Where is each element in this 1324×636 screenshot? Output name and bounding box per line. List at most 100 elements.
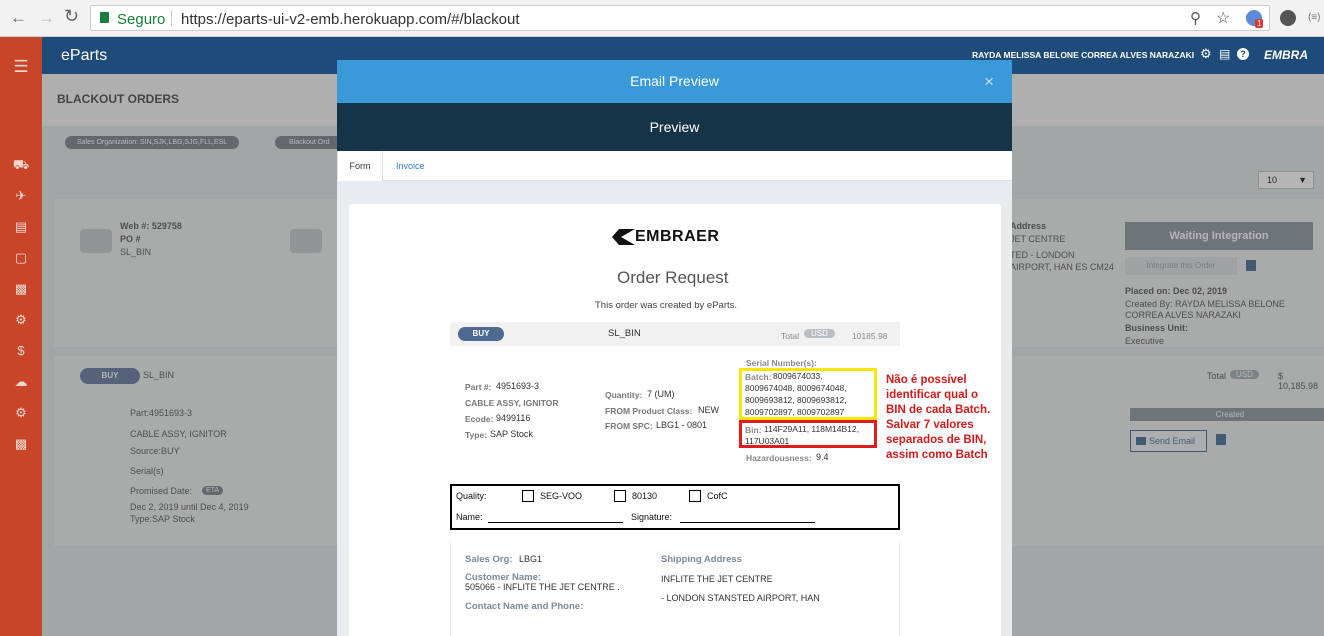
part-value: 4951693-3 [496,381,540,391]
tab-invoice[interactable]: Invoice [396,151,425,181]
name-label: Name: [456,512,483,522]
user-name[interactable]: RAYDA MELISSA BELONE CORREA ALVES NARAZA… [972,50,1194,60]
total-value: 10185.98 [852,331,888,341]
checkbox-label: 80130 [632,491,658,501]
type-value: SAP Stock [490,429,533,439]
preview-tabs: Form Invoice [337,151,1012,181]
modal-title: Email Preview [630,73,719,89]
order-name: SL_BIN [608,328,641,339]
cart-icon[interactable]: ▤ [11,219,31,235]
checkbox-cofc[interactable] [689,490,701,502]
back-icon[interactable]: ← [10,8,27,28]
annotation-line: separados de BIN, [886,434,987,446]
signature-line [680,522,815,523]
modal-subheader: Preview [337,103,1012,151]
product-class-value: NEW [698,405,719,415]
checkbox-seg-voo[interactable] [522,490,534,502]
quality-box: Quality: SEG-VOO 80130 CofC Name: Signat… [450,484,900,530]
address-bar[interactable]: Seguro https://eparts-ui-v2-emb.herokuap… [90,5,1270,31]
forward-icon[interactable]: → [38,8,55,28]
secure-label: Seguro [117,11,166,28]
sales-org-value: LBG1 [519,554,543,564]
annotation-line: BIN de cada Batch. [886,404,991,416]
email-logo: EMBRAER [635,228,720,245]
buy-badge: BUY [458,327,504,341]
chart-icon[interactable]: ▩ [11,436,31,452]
menu-icon[interactable]: (≡) [1308,12,1321,23]
star-icon[interactable]: ☆ [1216,8,1230,28]
reload-icon[interactable]: ↻ [64,6,79,27]
batch-value: 8009674048, 8009674048, [745,383,847,393]
annotation-line: Não é possível [886,374,967,386]
preview-title: Preview [649,119,700,135]
cloud-icon[interactable]: ☁ [11,374,31,390]
contact-label: Contact Name and Phone: [465,601,584,612]
checkbox-label: CofC [707,491,728,501]
customer-section: Sales Org: LBG1 Customer Name: 505066 - … [450,540,900,636]
document-icon[interactable]: ▤ [1219,47,1230,61]
divider [171,10,172,26]
ecode-value: 9499116 [496,413,531,423]
lock-icon [100,12,109,23]
type-label: Type: [465,430,488,440]
zoom-icon[interactable]: ⚲ [1190,9,1201,27]
sidebar: ☰ ⛟ ✈ ▤ ▢ ▩ ⚙ $ ☁ ⚙ ▩ [0,37,42,636]
shipping-line: - LONDON STANSTED AIRPORT, HAN [661,593,820,603]
embraer-logo: EMBRA [1264,48,1308,62]
dollar-icon[interactable]: $ [11,343,31,359]
checkbox-80130[interactable] [614,490,626,502]
spc-value: LBG1 - 0801 [656,420,708,430]
signature-label: Signature: [631,512,673,522]
total-label: Total [781,331,799,341]
document-icon[interactable]: ▢ [11,250,31,266]
batch-label: Batch: [745,372,772,382]
part-label: Part #: [465,382,492,392]
profile-icon[interactable] [1280,10,1296,26]
email-preview-modal: Email Preview × Preview Form Invoice EMB… [337,60,1012,636]
currency-badge: USD [804,329,835,338]
bin-label: Bin: [745,425,762,435]
batch-value: 8009674033, [773,371,823,381]
hazard-label: Hazardousness: [746,453,812,463]
batch-value: 8009702897, 8009702897 [745,407,845,417]
shipping-line: INFLITE THE JET CENTRE [661,574,773,584]
help-icon[interactable]: ? [1237,48,1249,60]
sales-org-label: Sales Org: [465,554,513,565]
spc-label: FROM SPC: [605,421,653,431]
close-icon[interactable]: × [984,60,994,103]
clipboard-icon[interactable]: ▩ [11,281,31,297]
quality-label: Quality: [456,491,487,501]
quantity-value: 7 (UM) [647,389,675,399]
batch-value: 8009693812, 8009693812, [745,395,847,405]
checkbox-label: SEG-VOO [540,491,583,501]
quantity-label: Quantity: [605,390,643,400]
browser-toolbar: ← → ↻ Seguro https://eparts-ui-v2-emb.he… [0,0,1324,37]
brand-title[interactable]: eParts [61,47,107,65]
hamburger-icon[interactable]: ☰ [11,58,31,75]
plane-icon[interactable]: ✈ [11,188,31,204]
bin-value: 117U03A01 [745,436,790,446]
email-intro: This order was created by eParts. [595,300,738,311]
order-summary-bar: BUY SL_BIN Total USD 10185.98 [450,322,900,346]
extension-badge: 1 [1255,19,1264,28]
settings-icon[interactable]: ⚙ [11,405,31,421]
serial-label: Serial Number(s): [746,358,817,368]
url-text: https://eparts-ui-v2-emb.herokuapp.com/#… [181,11,520,28]
annotation-line: identificar qual o [886,389,979,401]
email-heading: Order Request [617,268,729,287]
name-line [488,522,623,523]
ecode-label: Ecode: [465,414,494,424]
embraer-logo-icon [612,229,635,245]
modal-header: Email Preview × [337,60,1012,103]
hazard-value: 9.4 [816,452,829,462]
product-class-label: FROM Product Class: [605,406,693,416]
annotation-line: Salvar 7 valores [886,419,974,431]
shipping-label: Shipping Address [661,554,742,565]
part-desc: CABLE ASSY, IGNITOR [465,398,559,408]
tab-form[interactable]: Form [337,151,383,181]
gear-icon[interactable]: ⚙ [1200,46,1212,62]
cogs-icon[interactable]: ⚙ [11,312,31,328]
bin-value: 114F29A11, 118M14B12, [764,424,859,434]
annotation-line: assim como Batch [886,449,988,461]
truck-icon[interactable]: ⛟ [11,157,31,173]
